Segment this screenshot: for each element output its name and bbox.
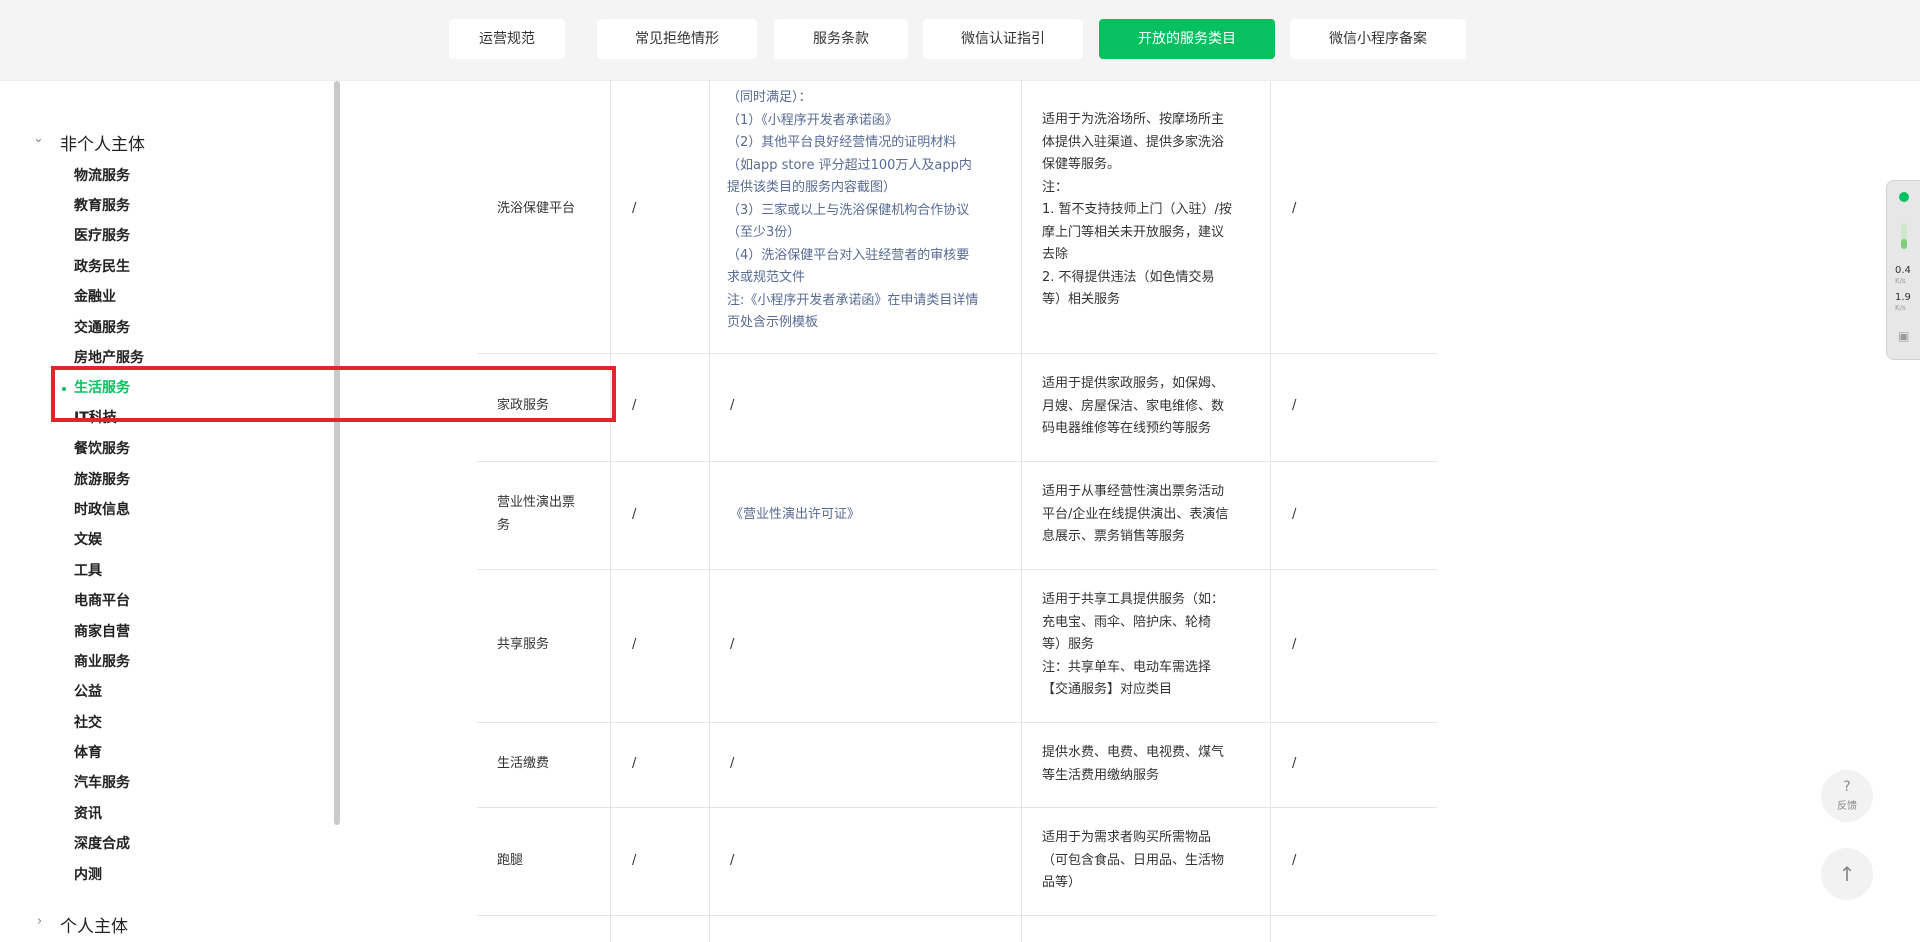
table-cell-category: 共享服务 bbox=[497, 637, 550, 652]
sidebar-item-sports[interactable]: 体育 bbox=[74, 743, 102, 763]
sidebar-item-deep-synthesis[interactable]: 深度合成 bbox=[74, 834, 130, 854]
top-tab-bar: 运营规范 常见拒绝情形 服务条款 微信认证指引 开放的服务类目 微信小程序备案 bbox=[0, 0, 1920, 81]
table-cell: / bbox=[730, 398, 735, 413]
chevron-right-icon[interactable]: › bbox=[37, 914, 42, 929]
feedback-label: 反馈 bbox=[1837, 801, 1857, 812]
back-to-top-button[interactable]: ↑ bbox=[1821, 848, 1873, 900]
table-cell: / bbox=[1292, 756, 1297, 771]
table-cell-description: 提供水费、电费、电视费、煤气 等生活费用缴纳服务 bbox=[1042, 745, 1225, 783]
sidebar-item-real-estate[interactable]: 房地产服务 bbox=[74, 348, 144, 368]
table-cell-description: 适用于为需求者购买所需物品 （可包含食品、日用品、生活物 品等） bbox=[1042, 830, 1225, 890]
sidebar-item-travel[interactable]: 旅游服务 bbox=[74, 470, 130, 490]
table-cell-category: 跑腿 bbox=[497, 853, 524, 868]
table-cell: / bbox=[632, 398, 637, 413]
status-dot-icon bbox=[1899, 192, 1909, 202]
upload-speed: 0.4 bbox=[1895, 265, 1911, 276]
sidebar-group-personal[interactable]: 个人主体 bbox=[60, 912, 128, 937]
download-speed: 1.9 bbox=[1895, 292, 1911, 303]
category-sidebar bbox=[0, 81, 335, 942]
tab-open-service-categories[interactable]: 开放的服务类目 bbox=[1099, 19, 1275, 59]
sidebar-item-automotive[interactable]: 汽车服务 bbox=[74, 773, 130, 793]
table-cell: / bbox=[1292, 201, 1297, 216]
column-divider bbox=[610, 81, 611, 942]
table-cell-category: 生活缴费 bbox=[497, 756, 550, 771]
sidebar-item-business[interactable]: 商业服务 bbox=[74, 652, 130, 672]
table-cell: / bbox=[632, 201, 637, 216]
sidebar-item-charity[interactable]: 公益 bbox=[74, 682, 102, 702]
table-cell: / bbox=[1292, 853, 1297, 868]
sidebar-scrollbar[interactable] bbox=[334, 81, 340, 825]
table-cell-category: 洗浴保健平台 bbox=[497, 201, 576, 216]
sidebar-item-social[interactable]: 社交 bbox=[74, 713, 102, 733]
table-cell: / bbox=[730, 853, 735, 868]
sidebar-item-finance[interactable]: 金融业 bbox=[74, 287, 116, 307]
sidebar-item-internal-test[interactable]: 内测 bbox=[74, 865, 102, 885]
network-speed-widget[interactable]: 0.4 K/s 1.9 K/s ▣ bbox=[1886, 180, 1920, 360]
chevron-down-icon[interactable]: ⌄ bbox=[33, 131, 44, 146]
row-divider bbox=[477, 461, 1437, 462]
table-cell-description: 适用于为洗浴场所、按摩场所主 体提供入驻渠道、提供多家洗浴 保健等服务。 注： … bbox=[1042, 112, 1232, 307]
sidebar-item-catering[interactable]: 餐饮服务 bbox=[74, 439, 130, 459]
tab-wechat-certification[interactable]: 微信认证指引 bbox=[923, 19, 1083, 59]
table-cell-requirements: （同时满足）： （1）《小程序开发者承诺函》 （2）其他平台良好经营情况的证明材… bbox=[727, 90, 979, 330]
sidebar-group-non-personal[interactable]: 非个人主体 bbox=[60, 130, 145, 155]
sidebar-item-entertainment[interactable]: 文娱 bbox=[74, 530, 102, 550]
arrow-up-icon: ↑ bbox=[1838, 862, 1856, 886]
column-divider bbox=[1270, 81, 1271, 942]
table-cell-description: 适用于共享工具提供服务（如： 充电宝、雨伞、陪护床、轮椅 等）服务 注：共享单车… bbox=[1042, 592, 1225, 697]
service-category-table: 洗浴保健平台 / （同时满足）： （1）《小程序开发者承诺函》 （2）其他平台良… bbox=[477, 81, 1437, 942]
row-divider bbox=[477, 569, 1437, 570]
table-cell: / bbox=[1292, 507, 1297, 522]
table-cell: / bbox=[730, 756, 735, 771]
sidebar-item-ecommerce[interactable]: 电商平台 bbox=[74, 591, 130, 611]
license-link[interactable]: 《营业性演出许可证》 bbox=[730, 504, 860, 527]
row-divider bbox=[477, 807, 1437, 808]
sidebar-item-merchant-self[interactable]: 商家自营 bbox=[74, 622, 130, 642]
tab-miniprogram-filing[interactable]: 微信小程序备案 bbox=[1290, 19, 1466, 59]
table-cell-description: 适用于从事经营性演出票务活动 平台/企业在线提供演出、表演信 息展示、票务销售等… bbox=[1042, 484, 1229, 544]
table-cell-description: 适用于提供家政服务，如保姆、 月嫂、房屋保洁、家电维修、数 码电器维修等在线预约… bbox=[1042, 376, 1225, 436]
tab-operation-rules[interactable]: 运营规范 bbox=[449, 19, 565, 59]
sidebar-item-news[interactable]: 资讯 bbox=[74, 804, 102, 824]
table-cell-category: 营业性演出票 务 bbox=[497, 495, 576, 533]
column-divider bbox=[1021, 81, 1022, 942]
sidebar-item-government[interactable]: 政务民生 bbox=[74, 257, 130, 277]
table-cell: / bbox=[632, 853, 637, 868]
camera-icon[interactable]: ▣ bbox=[1898, 329, 1909, 343]
usage-bar bbox=[1901, 223, 1907, 249]
column-divider bbox=[709, 81, 710, 942]
upload-unit: K/s bbox=[1895, 277, 1906, 285]
question-icon: ? bbox=[1843, 779, 1851, 795]
table-cell: / bbox=[1292, 398, 1297, 413]
download-unit: K/s bbox=[1895, 304, 1906, 312]
row-divider bbox=[477, 915, 1437, 916]
tab-common-rejections[interactable]: 常见拒绝情形 bbox=[597, 19, 757, 59]
tab-service-terms[interactable]: 服务条款 bbox=[774, 19, 908, 59]
sidebar-item-transport[interactable]: 交通服务 bbox=[74, 318, 130, 338]
row-divider bbox=[477, 353, 1437, 354]
sidebar-item-medical[interactable]: 医疗服务 bbox=[74, 226, 130, 246]
table-cell: / bbox=[632, 756, 637, 771]
sidebar-item-current-affairs[interactable]: 时政信息 bbox=[74, 500, 130, 520]
sidebar-item-education[interactable]: 教育服务 bbox=[74, 196, 130, 216]
sidebar-item-logistics[interactable]: 物流服务 bbox=[74, 166, 130, 186]
highlight-box bbox=[51, 366, 616, 422]
table-cell: / bbox=[1292, 637, 1297, 652]
row-divider bbox=[477, 722, 1437, 723]
table-cell: / bbox=[632, 507, 637, 522]
feedback-button[interactable]: ? 反馈 bbox=[1821, 770, 1873, 822]
table-cell: / bbox=[632, 637, 637, 652]
table-cell: / bbox=[730, 637, 735, 652]
sidebar-item-tools[interactable]: 工具 bbox=[74, 561, 102, 581]
